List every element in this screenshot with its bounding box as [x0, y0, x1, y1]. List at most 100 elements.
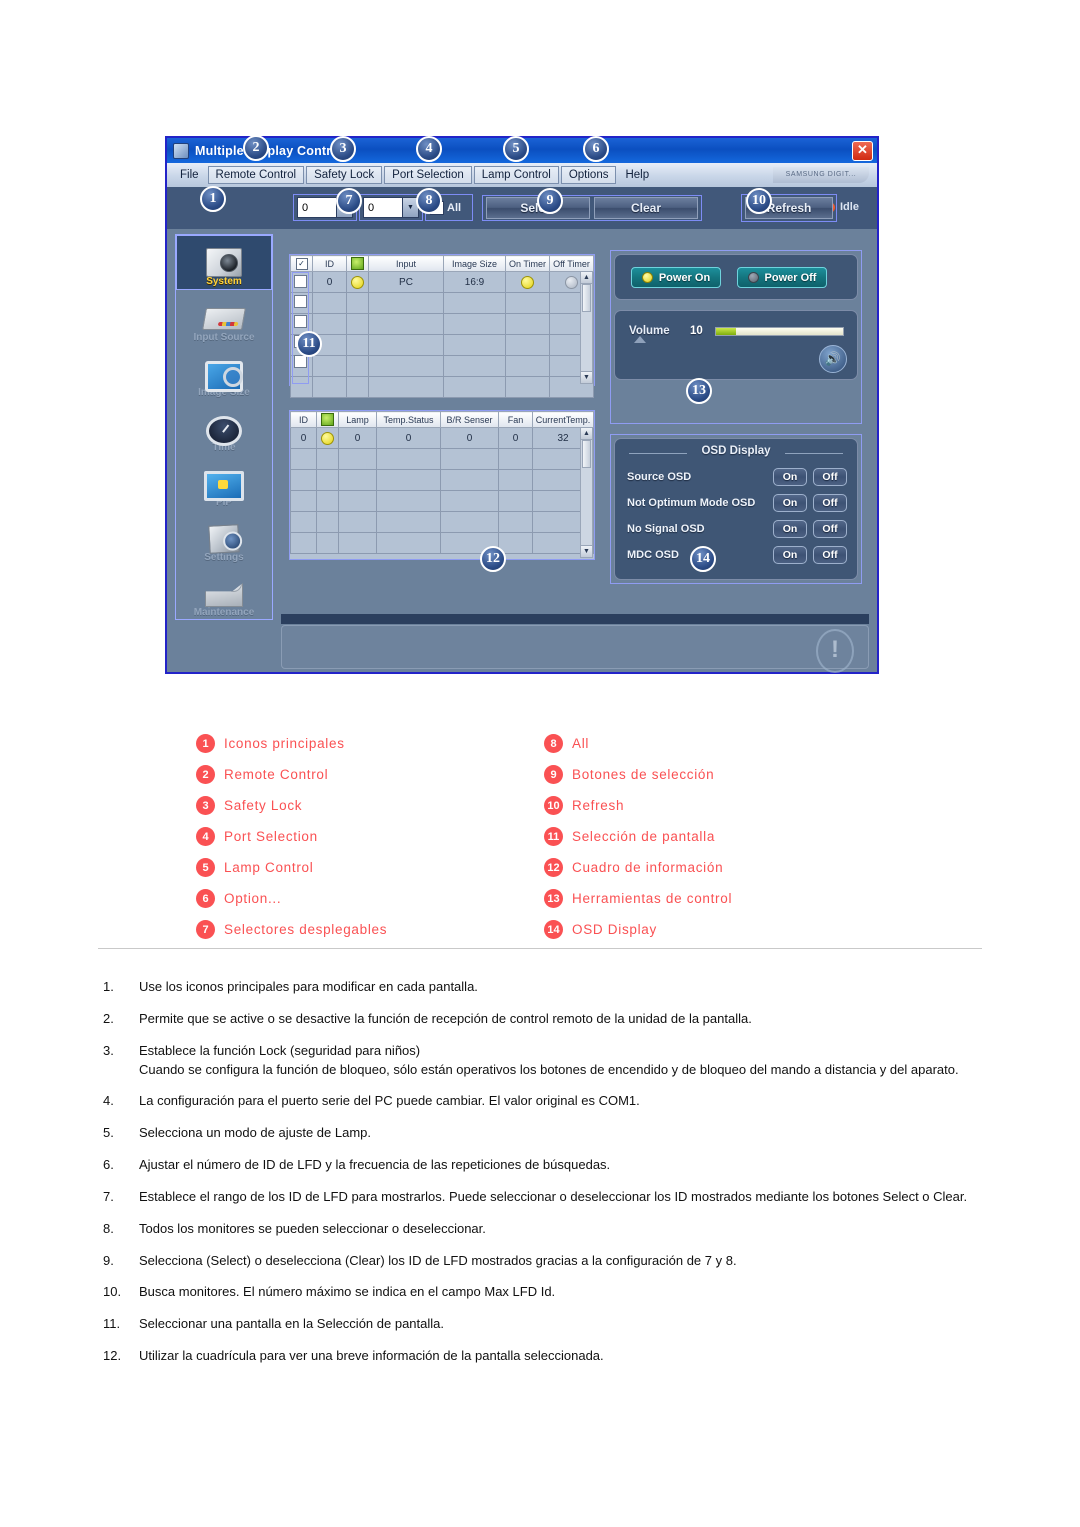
- note-text: La configuración para el puerto serie de…: [139, 1093, 640, 1109]
- pip-icon: [203, 469, 245, 501]
- osd-mdc-on-button[interactable]: On: [773, 546, 807, 564]
- cell-temp-status: 0: [376, 427, 441, 449]
- legend-item-3: 3 Safety Lock: [196, 790, 387, 821]
- legend-text: Botones de selección: [572, 767, 715, 782]
- col-off-timer: Off Timer: [549, 255, 594, 272]
- table-row[interactable]: [290, 469, 594, 491]
- note-number: 11.: [103, 1316, 121, 1332]
- close-icon[interactable]: ✕: [852, 141, 873, 161]
- table-row[interactable]: [290, 355, 594, 377]
- osd-not-optimum-on-button[interactable]: On: [773, 494, 807, 512]
- information-grid[interactable]: ID Lamp Temp.Status B/R Senser Fan Curre…: [289, 410, 595, 560]
- table-row[interactable]: [290, 532, 594, 554]
- power-on-button[interactable]: Power On: [631, 267, 721, 288]
- scroll-down-icon[interactable]: ▼: [581, 545, 592, 557]
- osd-display-panel: OSD Display Source OSD On Off Not Optimu…: [614, 438, 858, 580]
- sidebar-item-settings[interactable]: Settings: [176, 510, 272, 565]
- table-row[interactable]: [290, 313, 594, 335]
- menu-item-options[interactable]: Options: [560, 166, 617, 184]
- legend-number: 9: [544, 765, 563, 784]
- info-grid-scrollbar[interactable]: ▲ ▼: [580, 427, 593, 558]
- col-br-senser: B/R Senser: [440, 411, 499, 428]
- note-number: 12.: [103, 1348, 122, 1364]
- menu-item-lamp-control[interactable]: Lamp Control: [473, 166, 559, 184]
- callout-badge-11: 11: [296, 331, 322, 357]
- table-row[interactable]: [290, 490, 594, 512]
- table-row[interactable]: 0 0 0 0 0 32: [290, 427, 594, 449]
- numbered-notes-list: 1. Use los iconos principales para modif…: [103, 978, 983, 1379]
- note-item-2: 2. Permite que se active o se desactive …: [103, 1010, 983, 1029]
- note-item-3: 3. Establece la función Lock (seguridad …: [103, 1042, 983, 1080]
- table-row[interactable]: [290, 376, 594, 398]
- legend-text: Port Selection: [224, 829, 318, 844]
- power-on-led-icon: [641, 272, 653, 283]
- menu-item-port-selection[interactable]: Port Selection: [384, 166, 472, 184]
- legend-column-right: 8 All 9 Botones de selección 10 Refresh …: [544, 728, 732, 945]
- note-text: Use los iconos principales para modifica…: [139, 979, 478, 994]
- row-checkbox[interactable]: [294, 315, 307, 328]
- sidebar-label-maintenance: Maintenance: [193, 607, 255, 618]
- section-divider: [98, 948, 982, 949]
- row-checkbox[interactable]: [294, 355, 307, 368]
- osd-mdc-off-button[interactable]: Off: [813, 546, 847, 564]
- osd-source-off-button[interactable]: Off: [813, 468, 847, 486]
- legend-number: 2: [196, 765, 215, 784]
- table-row[interactable]: [290, 511, 594, 533]
- osd-no-signal-off-button[interactable]: Off: [813, 520, 847, 538]
- legend-number: 3: [196, 796, 215, 815]
- time-icon: [203, 414, 245, 446]
- note-item-8: 8. Todos los monitores se pueden selecci…: [103, 1220, 983, 1239]
- end-id-dropdown[interactable]: 0 ▼: [363, 197, 419, 218]
- legend-text: Safety Lock: [224, 798, 303, 813]
- osd-no-signal-on-button[interactable]: On: [773, 520, 807, 538]
- scrollbar-thumb[interactable]: [582, 284, 591, 312]
- col-select-all[interactable]: ✓: [290, 255, 313, 272]
- checkbox-icon[interactable]: ✓: [295, 257, 308, 270]
- clear-button[interactable]: Clear: [594, 197, 698, 219]
- legend-column-left: 1 Iconos principales 2 Remote Control 3 …: [196, 728, 387, 945]
- menu-item-remote-control[interactable]: Remote Control: [207, 166, 305, 184]
- row-checkbox[interactable]: [294, 275, 307, 288]
- legend-number: 5: [196, 858, 215, 877]
- legend-number: 8: [544, 734, 563, 753]
- row-checkbox-column[interactable]: [292, 272, 309, 384]
- sidebar-item-image-size[interactable]: Image Size: [176, 345, 272, 400]
- osd-label-no-signal: No Signal OSD: [627, 523, 705, 535]
- status-label: Idle: [840, 201, 859, 213]
- callout-badge-5: 5: [503, 136, 529, 162]
- volume-slider[interactable]: [715, 327, 844, 336]
- note-number: 3.: [103, 1042, 114, 1058]
- row-checkbox[interactable]: [294, 295, 307, 308]
- table-row[interactable]: [290, 334, 594, 356]
- table-row[interactable]: [290, 292, 594, 314]
- sidebar-item-input-source[interactable]: Input Source: [176, 290, 272, 345]
- osd-not-optimum-off-button[interactable]: Off: [813, 494, 847, 512]
- osd-row-no-signal: No Signal OSD On Off: [627, 519, 847, 539]
- col-id: ID: [290, 411, 317, 428]
- display-grid-scrollbar[interactable]: ▲ ▼: [580, 271, 593, 384]
- sidebar-item-maintenance[interactable]: Maintenance: [176, 565, 272, 620]
- samsung-brand-mark: SAMSUNG DIGIT...: [773, 167, 869, 183]
- scrollbar-thumb[interactable]: [582, 440, 591, 468]
- scroll-down-icon[interactable]: ▼: [581, 371, 592, 383]
- table-row[interactable]: 0 PC 16:9: [290, 271, 594, 293]
- legend-number: 12: [544, 858, 563, 877]
- sidebar-item-pip[interactable]: PIP: [176, 455, 272, 510]
- menu-item-help[interactable]: Help: [618, 167, 656, 183]
- power-off-button[interactable]: Power Off: [737, 267, 827, 288]
- osd-row-not-optimum: Not Optimum Mode OSD On Off: [627, 493, 847, 513]
- legend-item-5: 5 Lamp Control: [196, 852, 387, 883]
- menu-item-safety-lock[interactable]: Safety Lock: [306, 166, 383, 184]
- table-row[interactable]: [290, 448, 594, 470]
- legend-text: Lamp Control: [224, 860, 314, 875]
- volume-slider-thumb[interactable]: [634, 336, 646, 343]
- scroll-up-icon[interactable]: ▲: [581, 428, 592, 440]
- speaker-icon[interactable]: 🔊: [819, 345, 847, 373]
- menu-item-file[interactable]: File: [173, 167, 206, 183]
- sidebar-item-time[interactable]: Time: [176, 400, 272, 455]
- col-id: ID: [312, 255, 347, 272]
- sidebar-item-system[interactable]: System: [176, 235, 272, 290]
- scroll-up-icon[interactable]: ▲: [581, 272, 592, 284]
- osd-source-on-button[interactable]: On: [773, 468, 807, 486]
- display-selection-grid[interactable]: ✓ ID Input Image Size On Timer Off Timer…: [289, 254, 595, 398]
